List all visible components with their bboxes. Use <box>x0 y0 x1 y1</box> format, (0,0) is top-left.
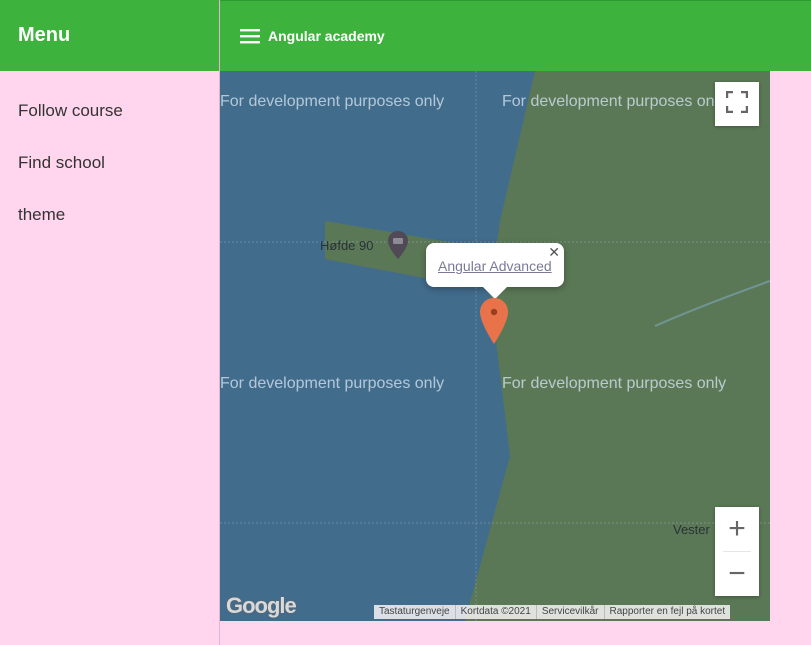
plus-icon: + <box>728 512 746 545</box>
terms-link[interactable]: Servicevilkår <box>537 605 605 619</box>
map-watermark: For development purposes only <box>502 375 727 392</box>
poi-label-partial: Vester <box>673 522 710 537</box>
fullscreen-icon <box>725 90 749 118</box>
zoom-control: + − <box>715 507 759 596</box>
fullscreen-button[interactable] <box>715 82 759 126</box>
map-attribution: Tastaturgenveje Kortdata ©2021 Servicevi… <box>374 605 731 619</box>
sidebar: Menu Follow course Find school theme <box>0 0 220 645</box>
zoom-out-button[interactable]: − <box>715 552 759 596</box>
report-error-link[interactable]: Rapporter en fejl på kortet <box>605 605 731 619</box>
map-data-text: Kortdata ©2021 <box>456 605 537 619</box>
poi-label: Høfde 90 <box>320 238 374 253</box>
info-window-link[interactable]: Angular Advanced <box>438 258 552 274</box>
sidebar-item-follow-course[interactable]: Follow course <box>0 85 219 137</box>
map-marker-icon[interactable] <box>479 296 509 351</box>
map-watermark: For development purposes only <box>502 93 727 110</box>
minus-icon: − <box>728 557 746 590</box>
sidebar-item-theme[interactable]: theme <box>0 189 219 241</box>
poi-pin-icon[interactable] <box>387 230 409 265</box>
sidebar-title: Menu <box>0 0 219 71</box>
app-title: Angular academy <box>268 28 385 44</box>
close-icon[interactable]: ✕ <box>548 244 560 261</box>
map[interactable]: For development purposes only For develo… <box>220 71 770 621</box>
info-window: Angular Advanced ✕ <box>426 243 564 299</box>
topbar: Angular academy <box>220 0 811 71</box>
sidebar-nav: Follow course Find school theme <box>0 71 219 241</box>
zoom-in-button[interactable]: + <box>715 507 759 551</box>
google-logo[interactable]: Google <box>226 593 297 619</box>
keyboard-shortcuts-link[interactable]: Tastaturgenveje <box>374 605 456 619</box>
hamburger-icon[interactable] <box>240 28 260 44</box>
map-watermark: For development purposes only <box>220 93 445 110</box>
sidebar-item-find-school[interactable]: Find school <box>0 137 219 189</box>
map-watermark: For development purposes only <box>220 375 445 392</box>
